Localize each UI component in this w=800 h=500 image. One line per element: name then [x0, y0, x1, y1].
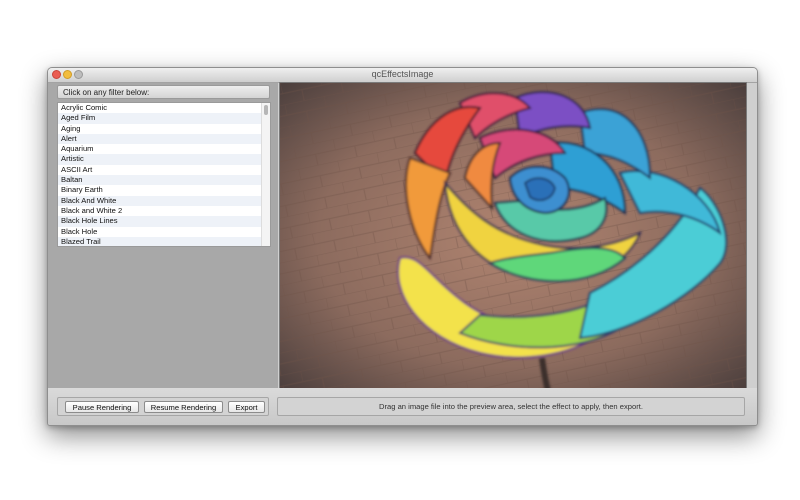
filter-list-items: Acrylic Comic Aged Film Aging Alert Aqua…	[58, 103, 270, 246]
window-title: qcEffectsImage	[371, 69, 434, 79]
filter-header: Click on any filter below:	[57, 85, 270, 99]
export-button[interactable]: Export	[228, 401, 265, 413]
rose-image	[280, 83, 746, 391]
title-bar[interactable]: qcEffectsImage	[48, 68, 757, 83]
app-window: qcEffectsImage Click on any filter below…	[47, 67, 758, 426]
filter-item[interactable]: Acrylic Comic	[58, 103, 270, 113]
filter-panel: Click on any filter below: Acrylic Comic…	[48, 83, 278, 388]
filter-item[interactable]: Black And White	[58, 195, 270, 206]
filter-list[interactable]: Acrylic Comic Aged Film Aging Alert Aqua…	[57, 102, 271, 247]
filter-item[interactable]: Binary Earth	[58, 185, 270, 195]
image-preview-area[interactable]	[279, 82, 747, 392]
pause-rendering-button[interactable]: Pause Rendering	[65, 401, 139, 413]
filter-item[interactable]: Alert	[58, 133, 270, 145]
filter-item[interactable]: Blazed Trail	[58, 236, 270, 246]
filter-list-scrollbar[interactable]	[261, 103, 270, 246]
filter-item[interactable]: ASCII Art	[58, 165, 270, 175]
bottom-bar: Pause Rendering Resume Rendering Export …	[48, 388, 757, 425]
filter-item[interactable]: Black Hole Lines	[58, 216, 270, 227]
filter-item[interactable]: Baltan	[58, 175, 270, 186]
filter-item[interactable]: Aging	[58, 124, 270, 134]
scroll-thumb[interactable]	[264, 105, 268, 115]
filter-item[interactable]: Black and White 2	[58, 206, 270, 216]
status-message: Drag an image file into the preview area…	[277, 397, 745, 416]
filter-item[interactable]: Black Hole	[58, 227, 270, 237]
filter-item[interactable]: Aquarium	[58, 144, 270, 154]
filter-item[interactable]: Aged Film	[58, 113, 270, 124]
filter-item[interactable]: Artistic	[58, 154, 270, 165]
button-group: Pause Rendering Resume Rendering Export	[57, 397, 269, 416]
resume-rendering-button[interactable]: Resume Rendering	[144, 401, 223, 413]
